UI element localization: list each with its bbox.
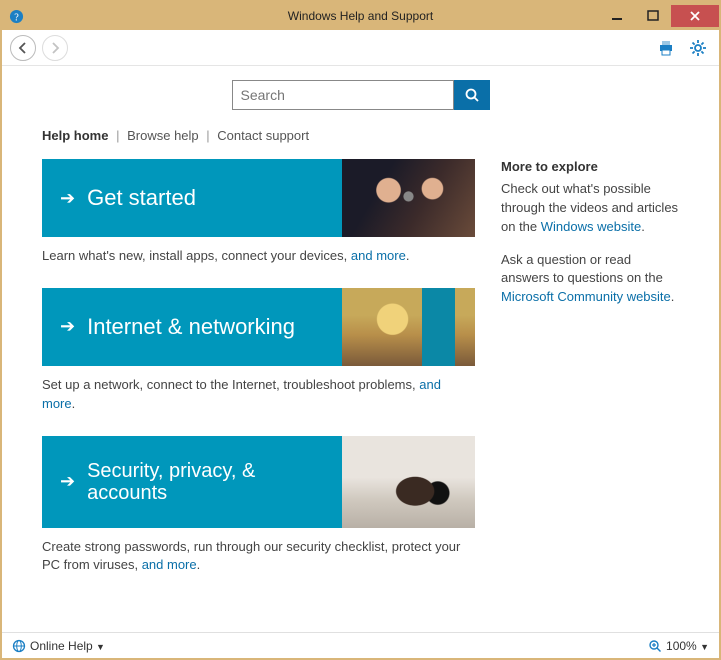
- and-more-link[interactable]: and more: [351, 248, 406, 263]
- zoom-dropdown[interactable]: 100% ▼: [666, 639, 709, 653]
- minimize-button[interactable]: [599, 5, 635, 27]
- arrow-right-icon: ➔: [60, 316, 75, 337]
- tile-get-started-image: [342, 159, 475, 237]
- tile-get-started: ➔ Get started Learn what's new, install …: [42, 159, 475, 266]
- tile-security-desc: Create strong passwords, run through our…: [42, 528, 475, 576]
- toolbar: [2, 30, 719, 66]
- tile-get-started-header[interactable]: ➔ Get started: [42, 159, 342, 237]
- window-controls: [599, 5, 719, 27]
- content-area: Help home | Browse help | Contact suppor…: [2, 66, 719, 632]
- window-body: Help home | Browse help | Contact suppor…: [2, 30, 719, 658]
- online-help-dropdown[interactable]: Online Help ▼: [30, 639, 105, 653]
- print-icon[interactable]: [653, 35, 679, 61]
- tile-internet-desc: Set up a network, connect to the Interne…: [42, 366, 475, 414]
- windows-website-link[interactable]: Windows website: [541, 219, 641, 234]
- chevron-down-icon: ▼: [96, 642, 105, 652]
- maximize-button[interactable]: [635, 5, 671, 27]
- main-column: ➔ Get started Learn what's new, install …: [42, 159, 475, 597]
- search-button[interactable]: [454, 80, 490, 110]
- zoom-icon: [648, 639, 662, 653]
- ms-community-link[interactable]: Microsoft Community website: [501, 289, 671, 304]
- arrow-right-icon: ➔: [60, 188, 75, 209]
- tile-security: ➔ Security, privacy, & accounts Create s…: [42, 436, 475, 576]
- app-window: ? Windows Help and Support: [0, 0, 721, 660]
- search-icon: [464, 87, 480, 103]
- gear-icon[interactable]: [685, 35, 711, 61]
- breadcrumb-browse[interactable]: Browse help: [127, 128, 199, 143]
- aside-paragraph: Check out what's possible through the vi…: [501, 180, 679, 237]
- tile-security-header[interactable]: ➔ Security, privacy, & accounts: [42, 436, 342, 528]
- aside-heading: More to explore: [501, 159, 679, 174]
- breadcrumb-contact[interactable]: Contact support: [217, 128, 309, 143]
- online-help-icon: [12, 639, 26, 653]
- tile-internet-image: [342, 288, 475, 366]
- tile-security-image: [342, 436, 475, 528]
- status-bar: Online Help ▼ 100% ▼: [2, 632, 719, 658]
- breadcrumb-home[interactable]: Help home: [42, 128, 108, 143]
- search-area: [42, 80, 679, 110]
- chevron-down-icon: ▼: [700, 642, 709, 652]
- search-input[interactable]: [232, 80, 454, 110]
- aside-column: More to explore Check out what's possibl…: [501, 159, 679, 597]
- tile-get-started-desc: Learn what's new, install apps, connect …: [42, 237, 475, 266]
- tile-internet-networking: ➔ Internet & networking Set up a network…: [42, 288, 475, 414]
- aside-paragraph: Ask a question or read answers to questi…: [501, 251, 679, 308]
- svg-text:?: ?: [14, 12, 19, 23]
- forward-button[interactable]: [42, 35, 68, 61]
- arrow-right-icon: ➔: [60, 471, 75, 492]
- back-button[interactable]: [10, 35, 36, 61]
- tile-internet-header[interactable]: ➔ Internet & networking: [42, 288, 342, 366]
- breadcrumb: Help home | Browse help | Contact suppor…: [42, 128, 679, 143]
- close-button[interactable]: [671, 5, 719, 27]
- and-more-link[interactable]: and more: [142, 557, 197, 572]
- titlebar: ? Windows Help and Support: [2, 2, 719, 30]
- help-icon[interactable]: ?: [2, 9, 30, 24]
